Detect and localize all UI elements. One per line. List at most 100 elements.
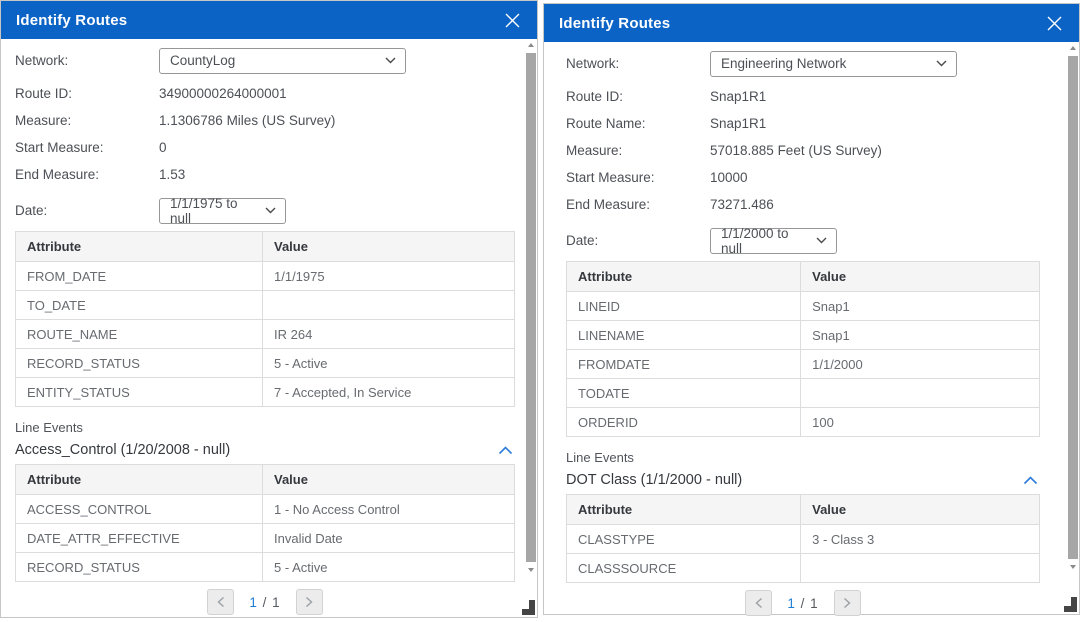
end-measure-value: 1.53 — [159, 167, 185, 182]
panel-body: Network: Engineering Network Route ID: S… — [544, 42, 1079, 616]
date-label: Date: — [15, 203, 159, 218]
chevron-up-icon — [1023, 476, 1038, 485]
panel-resize-grip[interactable] — [1064, 597, 1077, 612]
date-select[interactable]: 1/1/1975 to null — [159, 198, 286, 224]
scrollbar-thumb[interactable] — [526, 53, 536, 562]
current-page: 1 — [787, 596, 796, 611]
value-column-header: Value — [801, 262, 1040, 292]
measure-field-row: Measure: 57018.885 Feet (US Survey) — [566, 137, 1040, 164]
pagination: 1 / 1 — [566, 590, 1040, 616]
value-cell — [801, 554, 1040, 583]
start-measure-field-row: Start Measure: 10000 — [566, 164, 1040, 191]
close-button[interactable] — [1045, 14, 1063, 32]
previous-page-button[interactable] — [745, 590, 772, 616]
value-cell: 7 - Accepted, In Service — [263, 378, 515, 407]
network-select[interactable]: CountyLog — [159, 48, 406, 74]
value-cell: 100 — [801, 408, 1040, 437]
scroll-down-arrow-icon[interactable] — [1068, 562, 1078, 572]
line-event-attribute-table: Attribute Value CLASSTYPE 3 - Class 3 CL… — [566, 494, 1040, 583]
scroll-up-arrow-icon[interactable] — [526, 40, 536, 50]
vertical-scrollbar[interactable] — [526, 40, 536, 575]
table-header-row: Attribute Value — [567, 495, 1040, 525]
route-id-field-row: Route ID: 34900000264000001 — [15, 80, 515, 107]
page-indicator: 1 / 1 — [787, 596, 818, 611]
panel-title: Identify Routes — [16, 12, 127, 29]
previous-page-button[interactable] — [207, 589, 234, 615]
line-event-header: DOT Class (1/1/2000 - null) — [566, 472, 1040, 488]
attribute-cell: RECORD_STATUS — [16, 349, 263, 378]
chevron-down-icon — [936, 60, 947, 67]
table-header-row: Attribute Value — [16, 465, 515, 495]
page-indicator: 1 / 1 — [249, 595, 280, 610]
identify-routes-panel-left: Identify Routes Network: CountyLog Route… — [0, 0, 538, 618]
line-event-title: DOT Class (1/1/2000 - null) — [566, 472, 742, 488]
attribute-cell: TO_DATE — [16, 291, 263, 320]
page-divider: / — [263, 595, 268, 610]
route-name-value: Snap1R1 — [710, 116, 766, 131]
start-measure-label: Start Measure: — [15, 140, 159, 155]
attribute-cell: CLASSSOURCE — [567, 554, 801, 583]
table-row: ENTITY_STATUS 7 - Accepted, In Service — [16, 378, 515, 407]
value-cell: 5 - Active — [263, 349, 515, 378]
measure-label: Measure: — [15, 113, 159, 128]
route-id-field-row: Route ID: Snap1R1 — [566, 83, 1040, 110]
pagination: 1 / 1 — [15, 589, 515, 615]
attribute-cell: ACCESS_CONTROL — [16, 495, 263, 524]
chevron-down-icon — [265, 207, 276, 214]
attribute-cell: ROUTE_NAME — [16, 320, 263, 349]
route-name-field-row: Route Name: Snap1R1 — [566, 110, 1040, 137]
start-measure-value: 10000 — [710, 170, 748, 185]
value-column-header: Value — [801, 495, 1040, 525]
next-page-button[interactable] — [296, 589, 323, 615]
route-id-label: Route ID: — [566, 89, 710, 104]
chevron-down-icon — [816, 237, 827, 244]
close-icon — [1046, 15, 1063, 32]
chevron-up-icon — [498, 446, 513, 455]
chevron-right-icon — [843, 597, 851, 609]
vertical-scrollbar[interactable] — [1068, 43, 1078, 572]
value-cell: Invalid Date — [263, 524, 515, 553]
network-label: Network: — [566, 56, 710, 71]
collapse-event-button[interactable] — [496, 444, 515, 457]
scroll-down-arrow-icon[interactable] — [526, 565, 536, 575]
route-attribute-table: Attribute Value FROM_DATE 1/1/1975 TO_DA… — [15, 231, 515, 407]
attribute-column-header: Attribute — [567, 262, 801, 292]
value-cell: 3 - Class 3 — [801, 525, 1040, 554]
measure-value: 1.1306786 Miles (US Survey) — [159, 113, 335, 128]
measure-label: Measure: — [566, 143, 710, 158]
end-measure-field-row: End Measure: 1.53 — [15, 161, 515, 188]
value-cell — [263, 291, 515, 320]
value-cell: 1/1/1975 — [263, 262, 515, 291]
attribute-cell: CLASSTYPE — [567, 525, 801, 554]
date-select[interactable]: 1/1/2000 to null — [710, 228, 837, 254]
panel-title: Identify Routes — [559, 15, 670, 32]
start-measure-field-row: Start Measure: 0 — [15, 134, 515, 161]
network-select-value: CountyLog — [170, 53, 235, 68]
network-field-row: Network: CountyLog — [15, 47, 515, 74]
table-row: TODATE — [567, 379, 1040, 408]
network-select-value: Engineering Network — [721, 56, 846, 71]
next-page-button[interactable] — [834, 590, 861, 616]
value-cell: 1/1/2000 — [801, 350, 1040, 379]
close-button[interactable] — [503, 11, 521, 29]
line-event-attribute-table: Attribute Value ACCESS_CONTROL 1 - No Ac… — [15, 464, 515, 582]
network-select[interactable]: Engineering Network — [710, 51, 957, 77]
route-id-value: 34900000264000001 — [159, 86, 287, 101]
attribute-cell: LINEID — [567, 292, 801, 321]
date-select-value: 1/1/1975 to null — [170, 196, 257, 226]
attribute-cell: ENTITY_STATUS — [16, 378, 263, 407]
collapse-event-button[interactable] — [1021, 474, 1040, 487]
total-pages: 1 — [810, 596, 819, 611]
panel-resize-grip[interactable] — [522, 600, 535, 615]
table-row: FROM_DATE 1/1/1975 — [16, 262, 515, 291]
measure-field-row: Measure: 1.1306786 Miles (US Survey) — [15, 107, 515, 134]
table-row: FROMDATE 1/1/2000 — [567, 350, 1040, 379]
scrollbar-thumb[interactable] — [1068, 56, 1078, 559]
scroll-up-arrow-icon[interactable] — [1068, 43, 1078, 53]
value-cell: 5 - Active — [263, 553, 515, 582]
identify-routes-panel-right: Identify Routes Network: Engineering Net… — [543, 3, 1080, 615]
page-divider: / — [801, 596, 806, 611]
table-row: TO_DATE — [16, 291, 515, 320]
chevron-right-icon — [305, 596, 313, 608]
measure-value: 57018.885 Feet (US Survey) — [710, 143, 882, 158]
